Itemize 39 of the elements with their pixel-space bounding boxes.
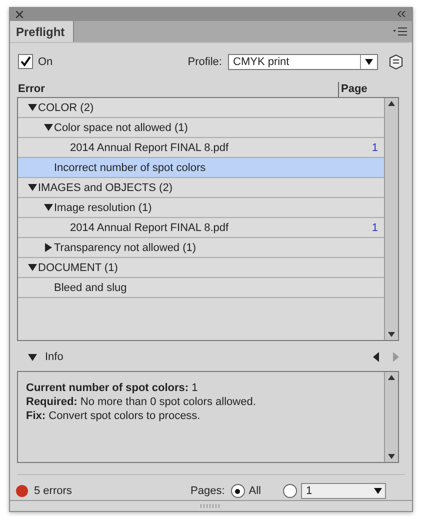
info-label: Info [45, 351, 64, 364]
caret-icon [374, 488, 382, 494]
scroll-up-icon[interactable] [388, 374, 395, 380]
collapse-icon[interactable] [397, 11, 406, 18]
caret-icon [365, 58, 373, 65]
info-text: Fix: Convert spot colors to process. [26, 408, 202, 423]
info-text: Required: No more than 0 spot colors allowed. [26, 394, 257, 409]
tree-row[interactable]: Incorrect number of spot colors [18, 158, 384, 178]
pages-label: Pages: [190, 485, 225, 498]
on-label: On [38, 56, 53, 68]
radio-button[interactable] [283, 484, 297, 498]
scroll-up-icon[interactable] [388, 101, 395, 106]
close-icon[interactable] [16, 10, 23, 18]
profile-dropdown[interactable]: CMYK print [228, 54, 378, 70]
column-header: Page [341, 83, 368, 98]
profile-label: Profile: [188, 56, 222, 68]
resize-grip-icon[interactable] [200, 504, 222, 508]
disclosure-triangle-icon[interactable] [44, 124, 52, 132]
disclosure-triangle-icon[interactable] [44, 243, 52, 252]
scroll-down-icon[interactable] [388, 332, 395, 338]
scrollbar[interactable] [384, 98, 398, 340]
profile-icon[interactable] [388, 54, 404, 70]
disclosure-triangle-icon[interactable] [44, 204, 52, 212]
page-dropdown[interactable]: 1 [301, 483, 386, 500]
menu-icon[interactable] [393, 26, 407, 36]
error-count: 5 errors [34, 485, 72, 498]
panel-tab[interactable]: Preflight [10, 20, 74, 42]
disclosure-triangle-icon[interactable] [28, 354, 37, 361]
radio-button[interactable] [230, 484, 245, 498]
on-checkbox[interactable] [18, 54, 33, 70]
scroll-down-icon[interactable] [388, 454, 395, 459]
disclosure-triangle-icon[interactable] [28, 264, 36, 272]
disclosure-triangle-icon[interactable] [28, 184, 36, 192]
scrollbar[interactable] [384, 372, 398, 462]
disclosure-triangle-icon[interactable] [28, 104, 36, 112]
column-header: Error [18, 83, 46, 98]
info-text: Current number of spot colors: 1 [26, 380, 199, 395]
previous-icon[interactable] [373, 352, 379, 362]
radio-label: All [248, 485, 261, 498]
